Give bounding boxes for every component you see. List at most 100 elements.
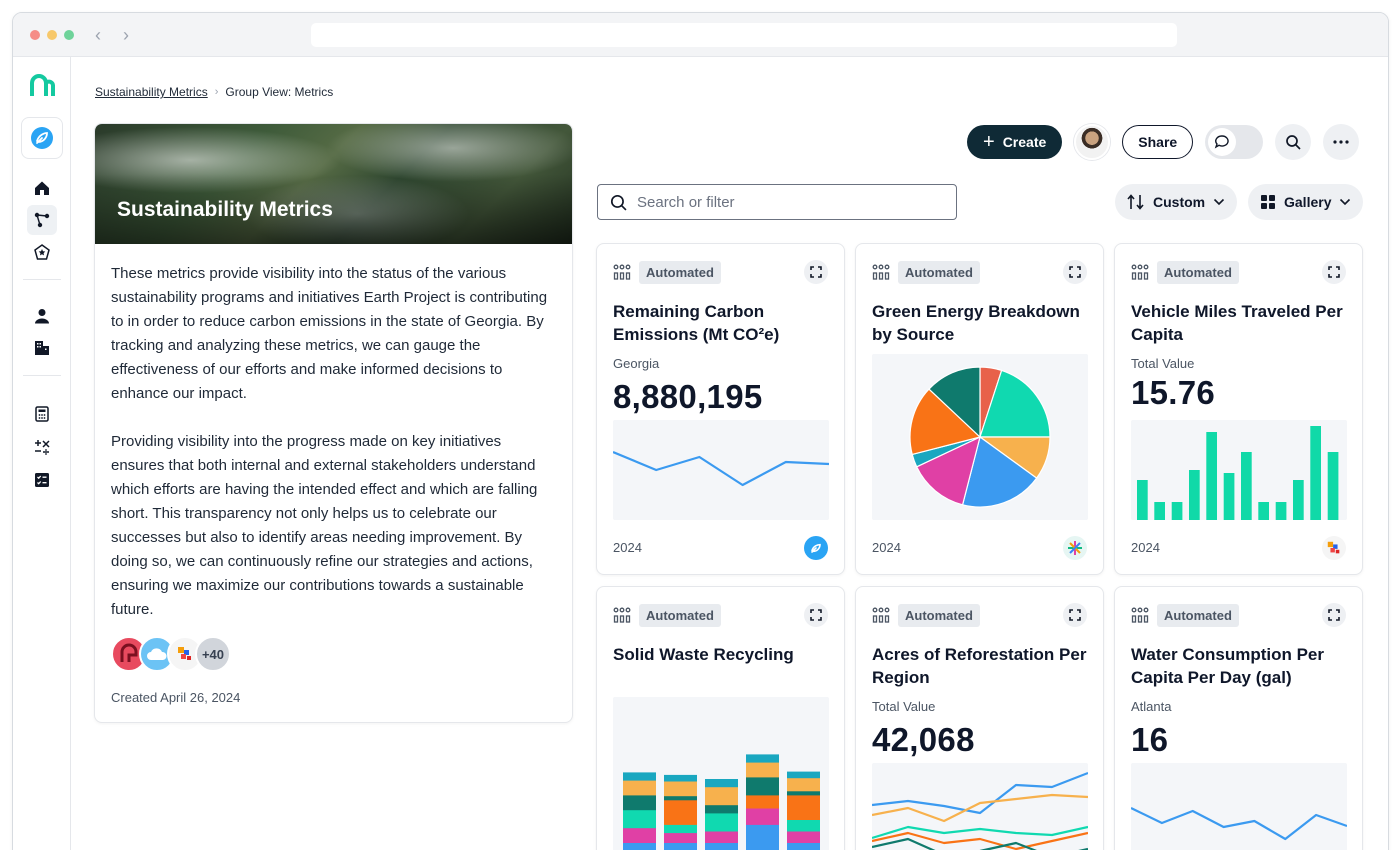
card-header: Automated xyxy=(613,260,828,284)
bar-chart xyxy=(1131,420,1347,520)
bar-9 xyxy=(1293,480,1304,520)
close-window-dot[interactable] xyxy=(30,30,40,40)
bar-7 xyxy=(1258,502,1269,520)
card-header: Automated xyxy=(872,260,1087,284)
breadcrumb-root-link[interactable]: Sustainability Metrics xyxy=(95,85,208,99)
stack-4-segment-1 xyxy=(787,778,820,792)
bar-4 xyxy=(1206,432,1217,520)
search-icon xyxy=(1286,135,1301,150)
search-button[interactable] xyxy=(1275,124,1312,160)
graph-nodes-icon[interactable] xyxy=(27,205,57,235)
back-arrow-icon[interactable]: ‹ xyxy=(95,25,101,46)
card-title: Solid Waste Recycling xyxy=(613,645,794,664)
search-field xyxy=(597,184,957,220)
card-title: Remaining Carbon Emissions (Mt CO²e) xyxy=(613,302,780,344)
breadcrumb-current: Group View: Metrics xyxy=(225,85,334,99)
line-chart xyxy=(1131,763,1347,850)
stack-0-segment-0 xyxy=(623,772,656,782)
metric-card-reforestation[interactable]: Automated Acres of Reforestation Per Reg… xyxy=(855,586,1104,850)
sort-dropdown[interactable]: Custom xyxy=(1115,184,1238,220)
more-options-button[interactable] xyxy=(1323,124,1360,160)
stack-4-segment-3 xyxy=(787,795,820,821)
pentagon-star-icon[interactable] xyxy=(27,237,57,267)
bar-10 xyxy=(1310,426,1321,520)
buildings-icon[interactable] xyxy=(27,333,57,363)
maximize-window-dot[interactable] xyxy=(64,30,74,40)
stack-3-segment-5 xyxy=(746,824,779,850)
stacked-bar-chart xyxy=(613,697,829,850)
stack-4-segment-6 xyxy=(787,843,820,850)
bar-1 xyxy=(1154,502,1165,520)
sidebar xyxy=(13,57,71,850)
card-title: Acres of Reforestation Per Region xyxy=(872,645,1087,687)
home-icon[interactable] xyxy=(27,173,57,203)
calculator-icon[interactable] xyxy=(27,399,57,429)
series-line-3 xyxy=(872,831,1088,850)
stack-3-segment-3 xyxy=(746,795,779,809)
pie-chart-svg xyxy=(909,366,1051,508)
minimize-window-dot[interactable] xyxy=(47,30,57,40)
grid-logo-icon xyxy=(1322,536,1346,560)
line-chart xyxy=(613,420,829,520)
expand-icon[interactable] xyxy=(1322,260,1346,284)
expand-icon[interactable] xyxy=(1063,603,1087,627)
workspace-leaf-icon[interactable] xyxy=(21,117,63,159)
forward-arrow-icon[interactable]: › xyxy=(123,25,129,46)
bar-chart-svg xyxy=(1137,426,1339,520)
search-icon xyxy=(610,194,627,211)
create-button[interactable]: + Create xyxy=(967,125,1063,159)
share-button[interactable]: Share xyxy=(1122,125,1194,159)
expand-icon[interactable] xyxy=(1063,260,1087,284)
page-title: Sustainability Metrics xyxy=(117,198,333,221)
multi-line-chart xyxy=(872,763,1088,850)
stack-2-segment-5 xyxy=(705,843,738,850)
series-line-2 xyxy=(872,825,1088,840)
metric-card-solid-waste[interactable]: Automated Solid Waste Recycling xyxy=(596,586,845,850)
expand-icon[interactable] xyxy=(1322,603,1346,627)
metric-card-green-energy[interactable]: Automated Green Energy Breakdown by Sour… xyxy=(855,243,1104,575)
expand-icon[interactable] xyxy=(804,260,828,284)
stack-2-segment-2 xyxy=(705,805,738,814)
stack-4-segment-5 xyxy=(787,831,820,844)
card-year: 2024 xyxy=(613,540,642,555)
plus-icon: + xyxy=(983,131,995,153)
stack-2-segment-0 xyxy=(705,779,738,788)
stack-3-segment-0 xyxy=(746,754,779,764)
card-value: 8,880,195 xyxy=(613,378,763,415)
bar-3 xyxy=(1189,470,1200,520)
bar-6 xyxy=(1241,452,1252,520)
formula-icon[interactable] xyxy=(27,432,57,462)
metric-card-vehicle-miles[interactable]: Automated Vehicle Miles Traveled Per Cap… xyxy=(1114,243,1363,575)
browser-titlebar: ‹ › xyxy=(13,13,1388,57)
comments-toggle[interactable] xyxy=(1205,125,1264,159)
checklist-icon[interactable] xyxy=(27,465,57,495)
contributor-avatars[interactable]: +40 xyxy=(111,636,231,672)
app-logo-icon[interactable] xyxy=(27,71,57,101)
search-input[interactable] xyxy=(637,193,937,211)
card-title: Water Consumption Per Capita Per Day (ga… xyxy=(1131,645,1324,687)
leaf-logo-icon xyxy=(804,536,828,560)
view-dropdown[interactable]: Gallery xyxy=(1248,184,1364,220)
user-avatar[interactable] xyxy=(1074,124,1111,160)
stack-3-segment-2 xyxy=(746,777,779,796)
chevron-right-icon: › xyxy=(214,86,219,98)
address-bar[interactable] xyxy=(311,23,1177,47)
user-icon[interactable] xyxy=(27,301,57,331)
expand-icon[interactable] xyxy=(804,603,828,627)
sort-dropdown-label: Custom xyxy=(1153,194,1206,210)
metric-card-carbon-emissions[interactable]: Automated Remaining Carbon Emissions (Mt… xyxy=(596,243,845,575)
stack-4-segment-0 xyxy=(787,771,820,779)
series-line-0 xyxy=(872,771,1088,815)
stack-3-segment-4 xyxy=(746,808,779,826)
automation-nodes-icon xyxy=(613,607,631,623)
card-year: 2024 xyxy=(1131,540,1160,555)
card-header: Automated xyxy=(613,603,828,627)
stack-4-segment-4 xyxy=(787,820,820,832)
series-line-0 xyxy=(613,450,829,487)
more-contributors-count: +40 xyxy=(195,636,231,672)
card-header: Automated xyxy=(1131,603,1346,627)
metric-card-water-consumption[interactable]: Automated Water Consumption Per Capita P… xyxy=(1114,586,1363,850)
pie-chart xyxy=(872,354,1088,520)
browser-window: ‹ › Sustainability Metrics › Group View:… xyxy=(12,12,1389,850)
automation-nodes-icon xyxy=(872,607,890,623)
